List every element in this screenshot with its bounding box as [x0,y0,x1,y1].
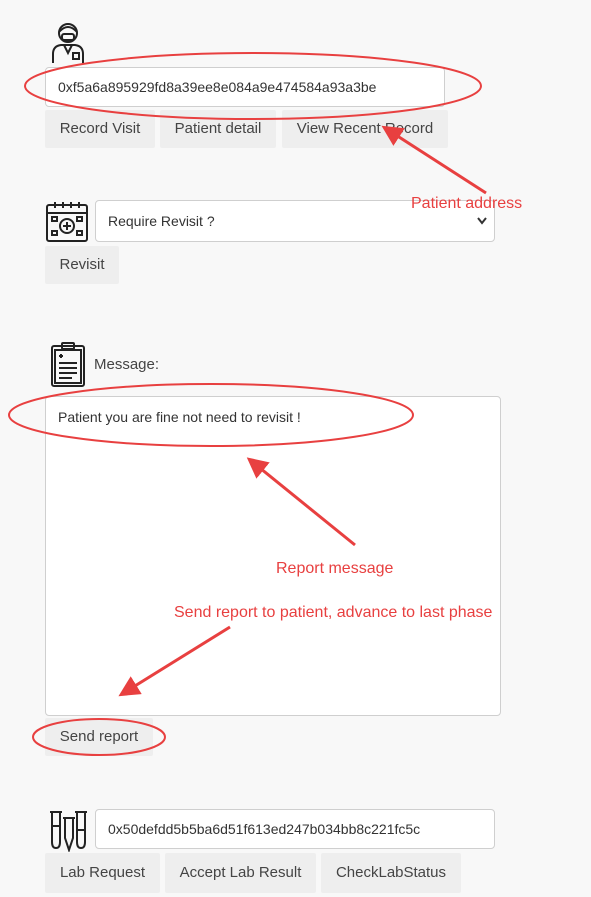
message-textarea[interactable]: Patient you are fine not need to revisit… [45,396,501,716]
message-text: Patient you are fine not need to revisit… [58,409,301,425]
accept-lab-result-button[interactable]: Accept Lab Result [165,853,316,893]
report-message-annotation: Report message [276,560,394,577]
view-recent-record-button[interactable]: View Recent Record [282,110,448,148]
patient-detail-button[interactable]: Patient detail [160,110,276,148]
doctor-avatar-icon [49,20,87,64]
check-lab-status-button[interactable]: CheckLabStatus [321,853,461,893]
revisit-button[interactable]: Revisit [45,246,119,284]
patient-address-annotation: Patient address [411,195,523,212]
send-report-annotation: Send report to patient, advance to last … [174,604,493,621]
message-label: Message: [94,356,160,373]
lab-address-input[interactable]: 0x50defdd5b5ba6d51f613ed247b034bb8c221fc… [95,809,495,849]
clipboard-report-icon [50,342,86,388]
record-visit-button[interactable]: Record Visit [45,110,155,148]
revisit-select-value: Require Revisit ? [108,213,215,229]
calendar-icon [45,200,89,244]
test-tubes-icon [48,808,88,852]
patient-address-input[interactable]: 0xf5a6a895929fd8a39ee8e084a9e474584a93a3… [45,67,445,107]
lab-request-button[interactable]: Lab Request [45,853,160,893]
send-report-button[interactable]: Send report [45,718,153,756]
